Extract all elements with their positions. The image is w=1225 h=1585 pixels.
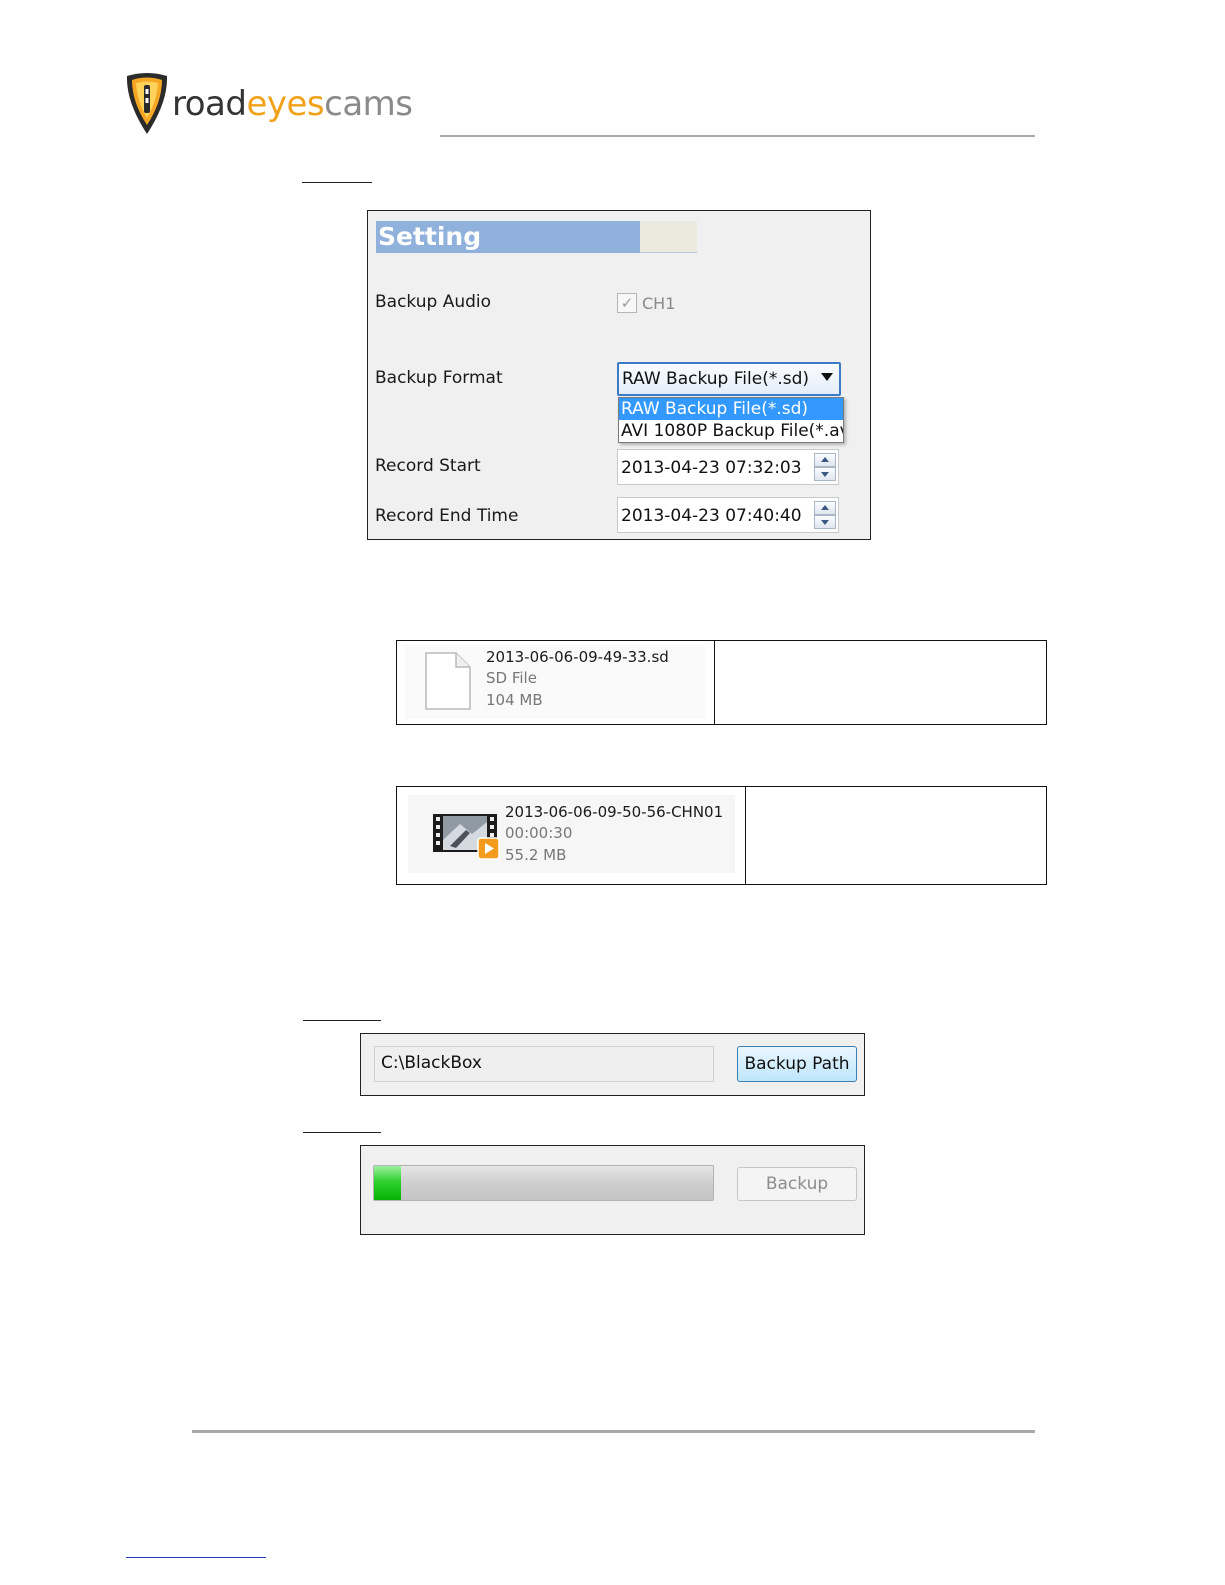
header-divider <box>440 135 1035 137</box>
record-end-decrement-button[interactable] <box>814 515 836 529</box>
setting-title: Setting <box>376 221 640 253</box>
table-divider <box>745 786 746 885</box>
video-file-icon <box>433 814 500 860</box>
format-option-raw[interactable]: RAW Backup File(*.sd) <box>619 398 843 420</box>
backup-format-dropdown: RAW Backup File(*.sd) AVI 1080P Backup F… <box>618 397 844 443</box>
arrow-up-icon <box>821 457 829 462</box>
avi-file-size: 55.2 MB <box>505 846 567 864</box>
logo-word-road: road <box>172 84 247 124</box>
section-underline-3 <box>303 1132 381 1133</box>
setting-title-bar-end <box>640 221 697 253</box>
ch1-checkbox[interactable]: ✓ <box>617 293 637 313</box>
record-start-value: 2013-04-23 07:32:03 <box>621 458 802 478</box>
backup-progress-bar <box>373 1165 714 1201</box>
logo-word-cams: cams <box>324 84 413 124</box>
sd-file-type: SD File <box>486 669 537 687</box>
checkmark-icon: ✓ <box>620 294 634 312</box>
arrow-up-icon <box>821 505 829 510</box>
avi-file-duration: 00:00:30 <box>505 824 573 842</box>
sd-file-size: 104 MB <box>486 691 543 709</box>
backup-button[interactable]: Backup <box>737 1167 857 1201</box>
sd-file-name: 2013-06-06-09-49-33.sd <box>486 648 669 666</box>
arrow-down-icon <box>821 520 829 525</box>
logo-word-eyes: eyes <box>246 84 325 124</box>
record-start-label: Record Start <box>375 456 481 476</box>
footer-divider <box>192 1430 1035 1433</box>
logo-wordmark: roadeyescams <box>172 84 413 124</box>
record-start-decrement-button[interactable] <box>814 467 836 481</box>
backup-path-value: C:\BlackBox <box>381 1053 482 1073</box>
record-start-increment-button[interactable] <box>814 453 836 467</box>
chevron-down-icon[interactable] <box>821 373 833 381</box>
section-underline-2 <box>303 1020 381 1021</box>
arrow-down-icon <box>821 472 829 477</box>
file-icon <box>425 652 471 710</box>
record-end-increment-button[interactable] <box>814 501 836 515</box>
logo-shield-icon <box>126 73 168 134</box>
ch1-checkbox-label: CH1 <box>642 294 676 313</box>
backup-path-button[interactable]: Backup Path <box>737 1046 857 1082</box>
backup-format-label: Backup Format <box>375 368 503 388</box>
backup-format-value: RAW Backup File(*.sd) <box>622 369 810 389</box>
backup-audio-label: Backup Audio <box>375 292 492 312</box>
footer-link-underline[interactable] <box>126 1557 266 1558</box>
avi-file-name: 2013-06-06-09-50-56-CHN01 <box>505 803 724 821</box>
format-option-avi[interactable]: AVI 1080P Backup File(*.av <box>619 420 843 442</box>
backup-progress-fill <box>374 1166 402 1200</box>
record-end-value: 2013-04-23 07:40:40 <box>621 506 802 526</box>
table-divider <box>714 640 715 725</box>
section-underline-1 <box>302 182 372 183</box>
record-end-label: Record End Time <box>375 506 519 526</box>
